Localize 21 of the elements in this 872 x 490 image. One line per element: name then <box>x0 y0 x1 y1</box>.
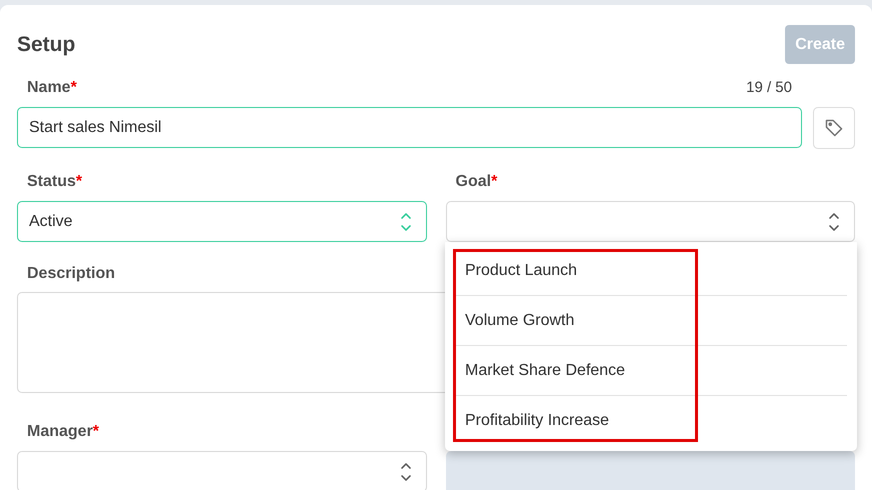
up-down-chevron-icon <box>400 210 412 232</box>
tag-button[interactable] <box>813 107 855 149</box>
field-label: Manager* <box>27 422 100 442</box>
tag-icon <box>824 118 844 138</box>
name-input[interactable]: Start sales Nimesil <box>17 107 802 148</box>
field-label: Description <box>27 264 116 284</box>
dropdown-option[interactable]: Product Launch <box>465 258 578 282</box>
dropdown-option[interactable]: Profitability Increase <box>465 409 610 433</box>
character-counter: 19 / 50 <box>746 78 792 98</box>
select-field[interactable] <box>17 451 426 490</box>
field-label: Status* <box>27 172 82 192</box>
field-label: Goal* <box>456 172 498 192</box>
select-field[interactable] <box>446 201 855 242</box>
up-down-chevron-icon <box>828 210 840 232</box>
select-field[interactable]: Active <box>17 201 426 242</box>
field-label: Name* <box>27 78 77 98</box>
up-down-chevron-icon <box>400 460 412 482</box>
select-value: Active <box>29 212 73 232</box>
dropdown-option[interactable]: Market Share Defence <box>465 358 626 382</box>
page-title: Setup <box>17 32 76 58</box>
dropdown-option[interactable]: Volume Growth <box>465 308 574 332</box>
